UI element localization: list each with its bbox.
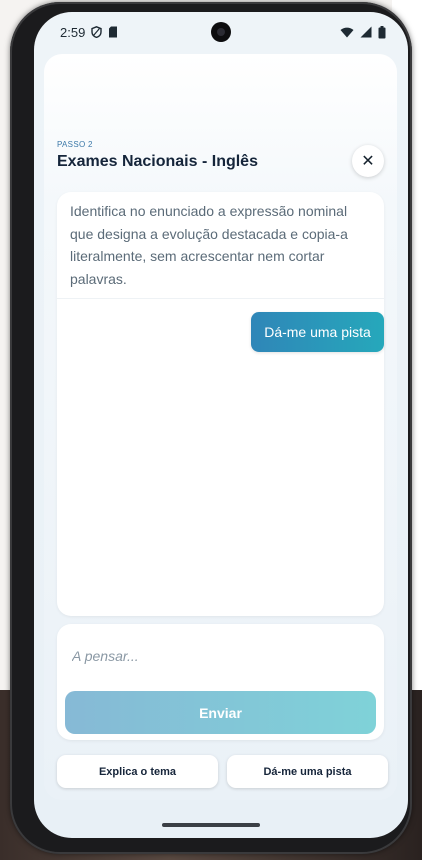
hint-button[interactable]: Dá-me uma pista: [227, 755, 388, 788]
wifi-icon: [340, 27, 354, 37]
explain-topic-button[interactable]: Explica o tema: [57, 755, 218, 788]
status-left: 2:59: [60, 25, 118, 40]
front-camera: [211, 22, 231, 42]
close-button[interactable]: ✕: [352, 145, 384, 177]
user-message-bubble: Dá-me uma pista: [251, 312, 384, 352]
phone-frame: 2:59 PASSO 2 Exames Nacionais - Inglês ✕…: [10, 2, 412, 854]
shield-icon: [91, 26, 103, 38]
phone-screen: 2:59 PASSO 2 Exames Nacionais - Inglês ✕…: [34, 12, 408, 838]
divider: [57, 298, 384, 299]
composer: Enviar: [57, 624, 384, 740]
send-button[interactable]: Enviar: [65, 691, 376, 734]
status-time: 2:59: [60, 24, 86, 40]
chat-area[interactable]: Identifica no enunciado a expressão nomi…: [57, 192, 384, 616]
page-title: Exames Nacionais - Inglês: [57, 153, 258, 170]
close-icon: ✕: [361, 153, 375, 170]
signal-icon: [360, 26, 372, 38]
sd-card-icon: [109, 26, 118, 38]
question-prompt: Identifica no enunciado a expressão nomi…: [70, 203, 348, 287]
step-label: PASSO 2: [57, 140, 93, 149]
tutor-panel: PASSO 2 Exames Nacionais - Inglês ✕ Iden…: [44, 54, 397, 800]
battery-icon: [378, 25, 386, 38]
status-right: [340, 25, 386, 39]
home-indicator[interactable]: [162, 823, 260, 827]
answer-input[interactable]: [57, 624, 384, 680]
